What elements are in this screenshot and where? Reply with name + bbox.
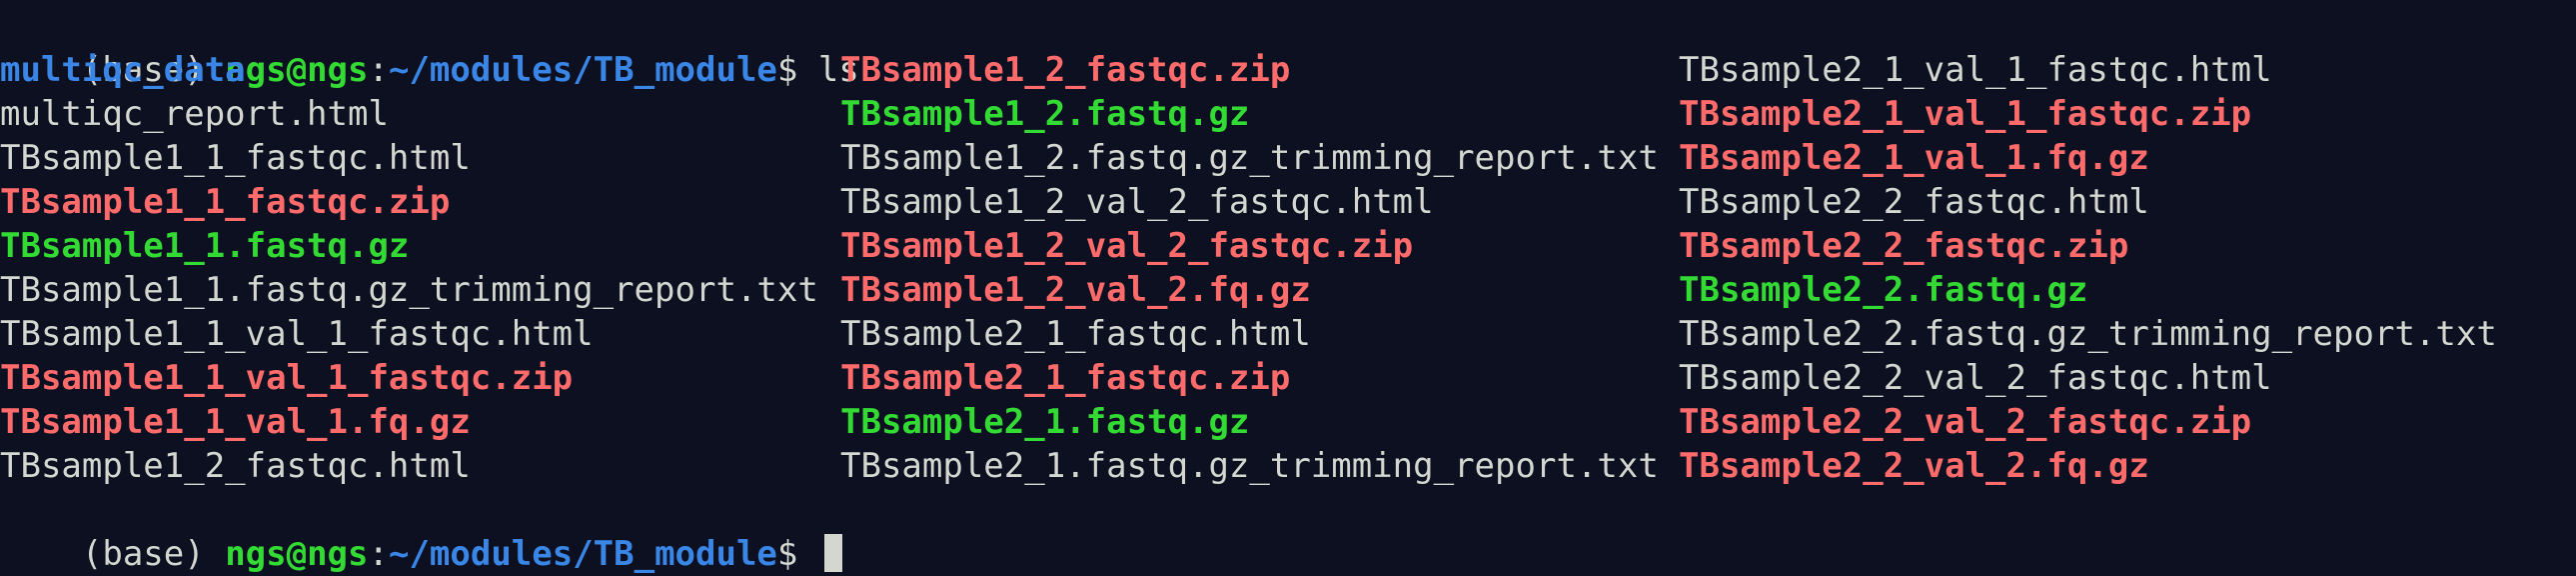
file-entry: TBsample1_2_fastqc.html [0, 446, 471, 486]
file-entry: TBsample1_1_val_1_fastqc.html [0, 314, 594, 354]
file-entry: TBsample2_1_fastqc.zip [840, 358, 1291, 398]
file-entry: TBsample2_2.fastq.gz [1679, 270, 2088, 310]
file-entry: TBsample1_1_val_1_fastqc.zip [0, 358, 574, 398]
file-entry: multiqc_report.html [0, 94, 389, 134]
file-entry: TBsample1_1.fastq.gz_trimming_report.txt [0, 270, 818, 310]
ls-column-3: TBsample2_1_val_1_fastqc.html TBsample2_1… [1679, 48, 2497, 488]
file-entry: TBsample2_2_fastqc.zip [1679, 226, 2129, 266]
file-entry: TBsample2_1_val_1.fq.gz [1679, 138, 2149, 178]
file-entry: TBsample1_2.fastq.gz [840, 94, 1250, 134]
file-entry: TBsample2_2_val_2_fastqc.html [1679, 358, 2272, 398]
file-entry: TBsample1_2_val_2_fastqc.zip [840, 226, 1414, 266]
file-entry: TBsample1_1.fastq.gz [0, 226, 410, 266]
file-entry: TBsample1_2_fastqc.zip [840, 50, 1291, 90]
file-entry: TBsample2_1_fastqc.html [840, 314, 1311, 354]
file-entry: TBsample1_2.fastq.gz_trimming_report.txt [840, 138, 1659, 178]
file-entry: TBsample2_2_val_2.fq.gz [1679, 446, 2149, 486]
prompt-symbol: $ [776, 534, 818, 574]
prompt-colon: : [368, 534, 389, 574]
command-line: (base) ngs@ngs:~/modules/TB_module$ ls [0, 4, 2576, 90]
file-entry: TBsample1_1_fastqc.zip [0, 182, 451, 222]
file-entry: TBsample2_1_val_1_fastqc.zip [1679, 94, 2252, 134]
text-cursor[interactable] [823, 534, 842, 572]
ls-column-1: multiqc_data multiqc_report.html TBsample1… [0, 48, 818, 488]
file-entry: TBsample2_1_val_1_fastqc.html [1679, 50, 2272, 90]
file-entry: TBsample1_1_fastqc.html [0, 138, 471, 178]
file-entry: TBsample2_2_fastqc.html [1679, 182, 2149, 222]
file-entry: TBsample2_1.fastq.gz [840, 402, 1250, 442]
file-entry: TBsample2_1.fastq.gz_trimming_report.txt [840, 446, 1659, 486]
terminal-window[interactable]: (base) ngs@ngs:~/modules/TB_module$ ls m… [0, 0, 2576, 576]
file-entry: TBsample1_2_val_2_fastqc.html [840, 182, 1434, 222]
ls-output: multiqc_data multiqc_report.html TBsample1… [0, 48, 2576, 488]
file-entry: TBsample2_2.fastq.gz_trimming_report.txt [1679, 314, 2497, 354]
file-entry: TBsample1_2_val_2.fq.gz [840, 270, 1311, 310]
file-entry: TBsample1_1_val_1.fq.gz [0, 402, 471, 442]
conda-env: (base) [81, 534, 226, 574]
file-entry: TBsample2_2_val_2_fastqc.zip [1679, 402, 2252, 442]
prompt-path: ~/modules/TB_module [388, 534, 777, 574]
prompt-user-host: ngs@ngs [225, 534, 369, 574]
active-prompt-line[interactable]: (base) ngs@ngs:~/modules/TB_module$ [0, 488, 2576, 574]
directory-entry: multiqc_data [0, 50, 246, 90]
ls-column-2: TBsample1_2_fastqc.zip TBsample1_2.fastq.… [840, 48, 1659, 488]
